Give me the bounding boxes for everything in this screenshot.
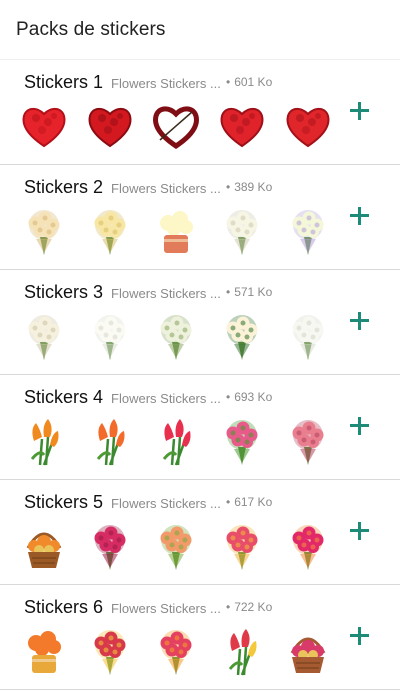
sticker-preview-strip	[18, 310, 334, 362]
sticker-preview-strip	[18, 625, 334, 677]
pack-author: Flowers Stickers ...	[111, 181, 221, 196]
separator-dot-icon: •	[226, 285, 231, 299]
red-roses-heart-icon	[282, 100, 334, 152]
pack-name: Stickers 2	[24, 177, 104, 197]
add-pack-button[interactable]	[346, 623, 372, 649]
sticker-preview-strip	[18, 415, 334, 467]
pack-size-value: 571 Ko	[234, 285, 273, 299]
pack-author: Flowers Stickers ...	[111, 496, 221, 511]
pink-bouquet-icon	[282, 415, 334, 467]
add-pack-button[interactable]	[346, 308, 372, 334]
red-roses-heart-icon	[216, 100, 268, 152]
white-roses-bouquet-icon	[18, 310, 70, 362]
mixed-bouquet-icon	[216, 415, 268, 467]
pack-size: • 389 Ko	[226, 180, 272, 194]
pack-author: Flowers Stickers ...	[111, 286, 221, 301]
sticker-preview-strip	[18, 520, 334, 572]
red-rose-heart-icon	[18, 100, 70, 152]
pack-size: • 601 Ko	[226, 75, 272, 89]
add-pack-button[interactable]	[346, 98, 372, 124]
white-roses-bouquet-icon	[216, 205, 268, 257]
pack-size: • 722 Ko	[226, 600, 272, 614]
white-bouquet-icon	[282, 205, 334, 257]
pack-list: Stickers 1 Flowers Stickers ... •601 Ko	[0, 60, 400, 690]
yellow-bouquet-icon	[84, 205, 136, 257]
mixed-bouquet-icon	[216, 520, 268, 572]
pack-name: Stickers 3	[24, 282, 104, 302]
pack-author: Flowers Stickers ...	[111, 76, 221, 91]
separator-dot-icon: •	[226, 75, 231, 89]
sticker-pack-row[interactable]: Stickers 3 Flowers Stickers ... • 571 Ko	[0, 270, 400, 375]
pack-name: Stickers 1	[24, 72, 104, 92]
pack-size-value: 693 Ko	[234, 390, 273, 404]
pink-roses-bouquet-icon	[84, 520, 136, 572]
mixed-bouquet-icon	[150, 520, 202, 572]
sticker-preview-strip	[18, 205, 334, 257]
wrapped-bouquet-icon	[282, 520, 334, 572]
sticker-pack-row[interactable]: Stickers 4 Flowers Stickers ... • 693 Ko	[0, 375, 400, 480]
flower-basket-icon	[18, 520, 70, 572]
sticker-packs-screen: Packs de stickers Stickers 1 Flowers Sti…	[0, 0, 400, 692]
separator-dot-icon: •	[226, 180, 231, 194]
mixed-bouquet-icon	[150, 625, 202, 677]
pack-size-value: 617 Ko	[234, 495, 273, 509]
pack-size: • 693 Ko	[226, 390, 272, 404]
pack-author: Flowers Stickers ...	[111, 391, 221, 406]
white-roses-bouquet-icon	[84, 310, 136, 362]
pack-size: • 617 Ko	[226, 495, 272, 509]
rose-heart-outline-icon	[150, 100, 202, 152]
add-pack-button[interactable]	[346, 518, 372, 544]
pack-name: Stickers 4	[24, 387, 104, 407]
add-pack-button[interactable]	[346, 203, 372, 229]
pack-size-value: 389 Ko	[234, 180, 273, 194]
pack-size: • 571 Ko	[226, 285, 272, 299]
flower-basket-icon	[282, 625, 334, 677]
pack-name: Stickers 5	[24, 492, 104, 512]
add-pack-button[interactable]	[346, 413, 372, 439]
mixed-bouquet-icon	[84, 625, 136, 677]
red-roses-heart-icon	[84, 100, 136, 152]
tulip-bouquet-icon	[216, 625, 268, 677]
pink-tulips-icon	[150, 415, 202, 467]
separator-dot-icon: •	[226, 390, 231, 404]
pack-size-value: 601 Ko	[234, 75, 273, 89]
orange-pot-bouquet-icon	[18, 625, 70, 677]
pack-author: Flowers Stickers ...	[111, 601, 221, 616]
white-roses-bouquet-icon	[150, 310, 202, 362]
sticker-pack-row[interactable]: Stickers 6 Flowers Stickers ... • 722 Ko	[0, 585, 400, 690]
sticker-preview-strip	[18, 100, 334, 152]
separator-dot-icon: •	[226, 495, 231, 509]
separator-dot-icon: •	[226, 600, 231, 614]
sticker-pack-row[interactable]: Stickers 2 Flowers Stickers ... • 389 Ko	[0, 165, 400, 270]
flower-box-icon	[150, 205, 202, 257]
orange-tulips-icon	[18, 415, 70, 467]
page-header: Packs de stickers	[0, 0, 400, 60]
cream-bouquet-icon	[18, 205, 70, 257]
white-roses-bouquet-icon	[282, 310, 334, 362]
sticker-pack-row[interactable]: Stickers 1 Flowers Stickers ... • 601 Ko	[0, 60, 400, 165]
pack-size-value: 722 Ko	[234, 600, 273, 614]
orange-tulips-icon	[84, 415, 136, 467]
cream-roses-bouquet-icon	[216, 310, 268, 362]
sticker-pack-row[interactable]: Stickers 5 Flowers Stickers ... • 617 Ko	[0, 480, 400, 585]
page-title: Packs de stickers	[16, 18, 166, 40]
pack-name: Stickers 6	[24, 597, 104, 617]
